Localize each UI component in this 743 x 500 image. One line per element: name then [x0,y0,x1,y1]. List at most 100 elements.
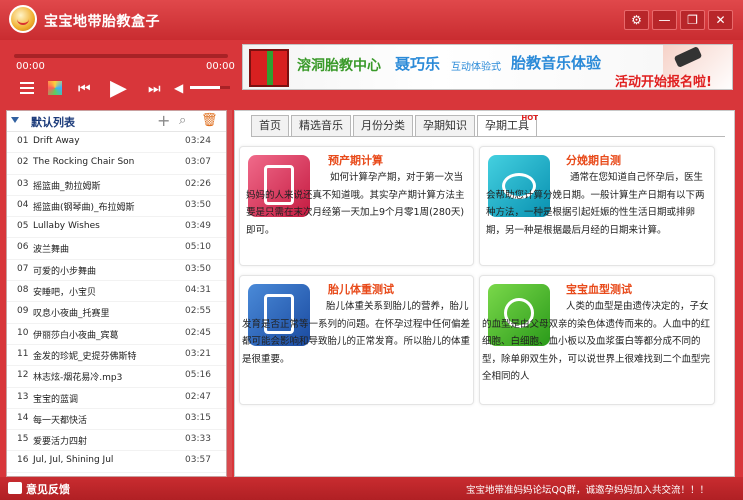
track-name: 摇篮曲(钢琴曲)_布拉姆斯 [33,202,135,213]
track-name: 宝宝的蓝调 [33,394,79,405]
track-duration: 03:50 [185,263,211,274]
track-row[interactable]: 13 宝宝的蓝调 02:47 [7,388,226,409]
window-controls: ⚙ — ❐ ✕ [624,10,733,30]
track-number: 14 [17,412,29,423]
skin-icon[interactable] [48,81,62,95]
tab-music[interactable]: 精选音乐 [291,115,351,137]
add-icon[interactable]: + [157,111,170,130]
track-row[interactable]: 04 摇篮曲(钢琴曲)_布拉姆斯 03:50 [7,196,226,218]
track-row[interactable]: 07 可爱的小步舞曲 03:50 [7,260,226,282]
track-row[interactable]: 16 Jul, Jul, Shining Jul 03:57 [7,451,226,473]
card-fetal-weight[interactable]: 胎儿体重测试 胎儿体重关系到胎儿的营养，胎儿发育是否正常等一系列的问题。在怀孕过… [239,275,474,405]
banner-text-title: 胎教音乐体验 [511,54,602,72]
track-duration: 03:21 [185,348,211,359]
card-title: 预产期计算 [328,154,383,167]
tab-divider [251,136,725,137]
banner-text-type: 互动体验式 [451,62,501,73]
tab-tools[interactable]: 孕期工具 HOT [477,114,538,137]
feedback-icon[interactable] [8,482,22,494]
track-number: 13 [17,391,29,402]
track-row[interactable]: 02 The Rocking Chair Son 03:07 [7,153,226,175]
status-bar: 意见反馈 宝宝地带准妈妈论坛QQ群，诚邀孕妈妈加入共交流！！！ [0,477,743,500]
card-blood-type[interactable]: 宝宝血型测试 人类的血型是由遗传决定的，子女的血型是由父母双亲的染色体遗传而来的… [479,275,715,405]
track-row[interactable]: 10 伊丽莎白小夜曲_宾葛 02:45 [7,324,226,345]
track-name: 安睡吧，小宝贝 [33,288,97,299]
menu-icon[interactable] [20,82,34,94]
playlist-header: 默认列表 + ⌕ 🗑 [7,111,226,132]
track-duration: 05:16 [185,370,211,381]
minimize-button[interactable]: — [652,10,677,30]
app-title: 宝宝地带胎教盒子 [44,14,160,30]
card-text: 如何计算孕产期，对于第一次当妈妈的人来说还真不知道哦。其实孕产期计算方法主要是只… [246,172,465,236]
track-name: 伊丽莎白小夜曲_宾葛 [33,330,119,341]
track-row[interactable]: 06 波兰舞曲 05:10 [7,238,226,260]
track-list: 01 Drift Away 03:24 02 The Rocking Chair Son… [7,132,226,473]
settings-button[interactable]: ⚙ [624,10,649,30]
card-title: 胎儿体重测试 [328,283,394,296]
track-duration: 03:15 [185,412,211,423]
banner-text-name: 聂巧乐 [395,55,441,73]
track-name: 爱要活力四射 [33,437,88,448]
tab-monthly[interactable]: 月份分类 [353,115,413,137]
track-row[interactable]: 09 叹息小夜曲_托赛里 02:55 [7,302,226,324]
track-row[interactable]: 03 摇篮曲_勃拉姆斯 02:26 [7,175,226,196]
track-row[interactable]: 08 安睡吧，小宝贝 04:31 [7,281,226,303]
hot-badge: HOT [521,114,538,122]
restore-button[interactable]: ❐ [680,10,705,30]
track-row[interactable]: 14 每一天都快活 03:15 [7,409,226,431]
track-name: 金发的珍妮_史提芬佛斯特 [33,351,137,362]
track-name: 摇篮曲_勃拉姆斯 [33,181,101,192]
track-name: Lullaby Wishes [33,221,100,232]
volume-icon[interactable]: ◀ [174,81,183,95]
card-delivery-test[interactable]: 分娩期自测 通常在您知道自己怀孕后，医生会帮助您计算分娩日期。一般计算生产日期有… [479,146,715,266]
track-row[interactable]: 12 林志炫-烟花易冷.mp3 05:16 [7,366,226,388]
player-controls: 00:00 00:00 ⏮ ▶ ⏭ ◀ [6,40,235,102]
track-duration: 02:26 [185,178,211,189]
track-row[interactable]: 05 Lullaby Wishes 03:49 [7,217,226,239]
ad-banner[interactable]: 溶洞胎教中心 聂巧乐 互动体验式 胎教音乐体验 活动开始报名啦! [242,44,733,90]
track-number: 09 [17,306,29,317]
card-body: 人类的血型是由遗传决定的，子女的血型是由父母双亲的染色体遗传而来的。人血中的红细… [482,298,712,386]
track-duration: 03:33 [185,434,211,445]
close-button[interactable]: ✕ [708,10,733,30]
track-row[interactable]: 01 Drift Away 03:24 [7,132,226,154]
previous-icon[interactable]: ⏮ [78,81,91,97]
playlist-panel: 默认列表 + ⌕ 🗑 01 Drift Away 03:24 02 The Rockin… [6,110,227,477]
collapse-triangle-icon[interactable] [11,117,19,123]
track-duration: 02:47 [185,391,211,402]
track-duration: 03:49 [185,221,211,232]
track-number: 05 [17,221,29,232]
track-number: 11 [17,348,29,359]
track-number: 10 [17,327,29,338]
footer-message[interactable]: 宝宝地带准妈妈论坛QQ群，诚邀孕妈妈加入共交流！！！ [466,482,709,496]
track-number: 16 [17,455,29,466]
next-icon[interactable]: ⏭ [148,81,161,97]
card-text: 通常在您知道自己怀孕后，医生会帮助您计算分娩日期。一般计算生产日期有以下两种方法… [486,172,705,236]
play-icon[interactable]: ▶ [110,76,127,101]
card-text: 胎儿体重关系到胎儿的营养，胎儿发育是否正常等一系列的问题。在怀孕过程中任何偏差都… [242,301,471,365]
track-duration: 05:10 [185,242,211,253]
playlist-scrollbar[interactable] [227,110,232,477]
banner-text-center: 溶洞胎教中心 [297,58,381,74]
time-current: 00:00 [16,61,45,72]
track-name: 可爱的小步舞曲 [33,266,97,277]
banner-text-signup: 活动开始报名啦! [615,75,712,90]
track-number: 06 [17,242,29,253]
search-icon[interactable]: ⌕ [179,113,186,128]
feedback-link[interactable]: 意见反馈 [26,481,70,497]
tab-home[interactable]: 首页 [251,115,289,137]
card-title: 宝宝血型测试 [566,283,632,296]
track-duration: 04:31 [185,285,211,296]
track-number: 07 [17,263,29,274]
track-row[interactable]: 11 金发的珍妮_史提芬佛斯特 03:21 [7,345,226,367]
card-due-date[interactable]: 预产期计算 如何计算孕产期，对于第一次当妈妈的人来说还真不知道哦。其实孕产期计算… [239,146,474,266]
time-total: 00:00 [206,61,235,72]
trash-icon[interactable]: 🗑 [201,113,218,128]
card-body: 通常在您知道自己怀孕后，医生会帮助您计算分娩日期。一般计算生产日期有以下两种方法… [486,169,712,239]
volume-slider[interactable] [190,86,230,89]
tab-knowledge[interactable]: 孕期知识 [415,115,475,137]
card-body: 如何计算孕产期，对于第一次当妈妈的人来说还真不知道哦。其实孕产期计算方法主要是只… [246,169,472,239]
track-row[interactable]: 15 爱要活力四射 03:33 [7,430,226,452]
track-number: 01 [17,136,29,146]
progress-bar[interactable] [14,54,228,58]
